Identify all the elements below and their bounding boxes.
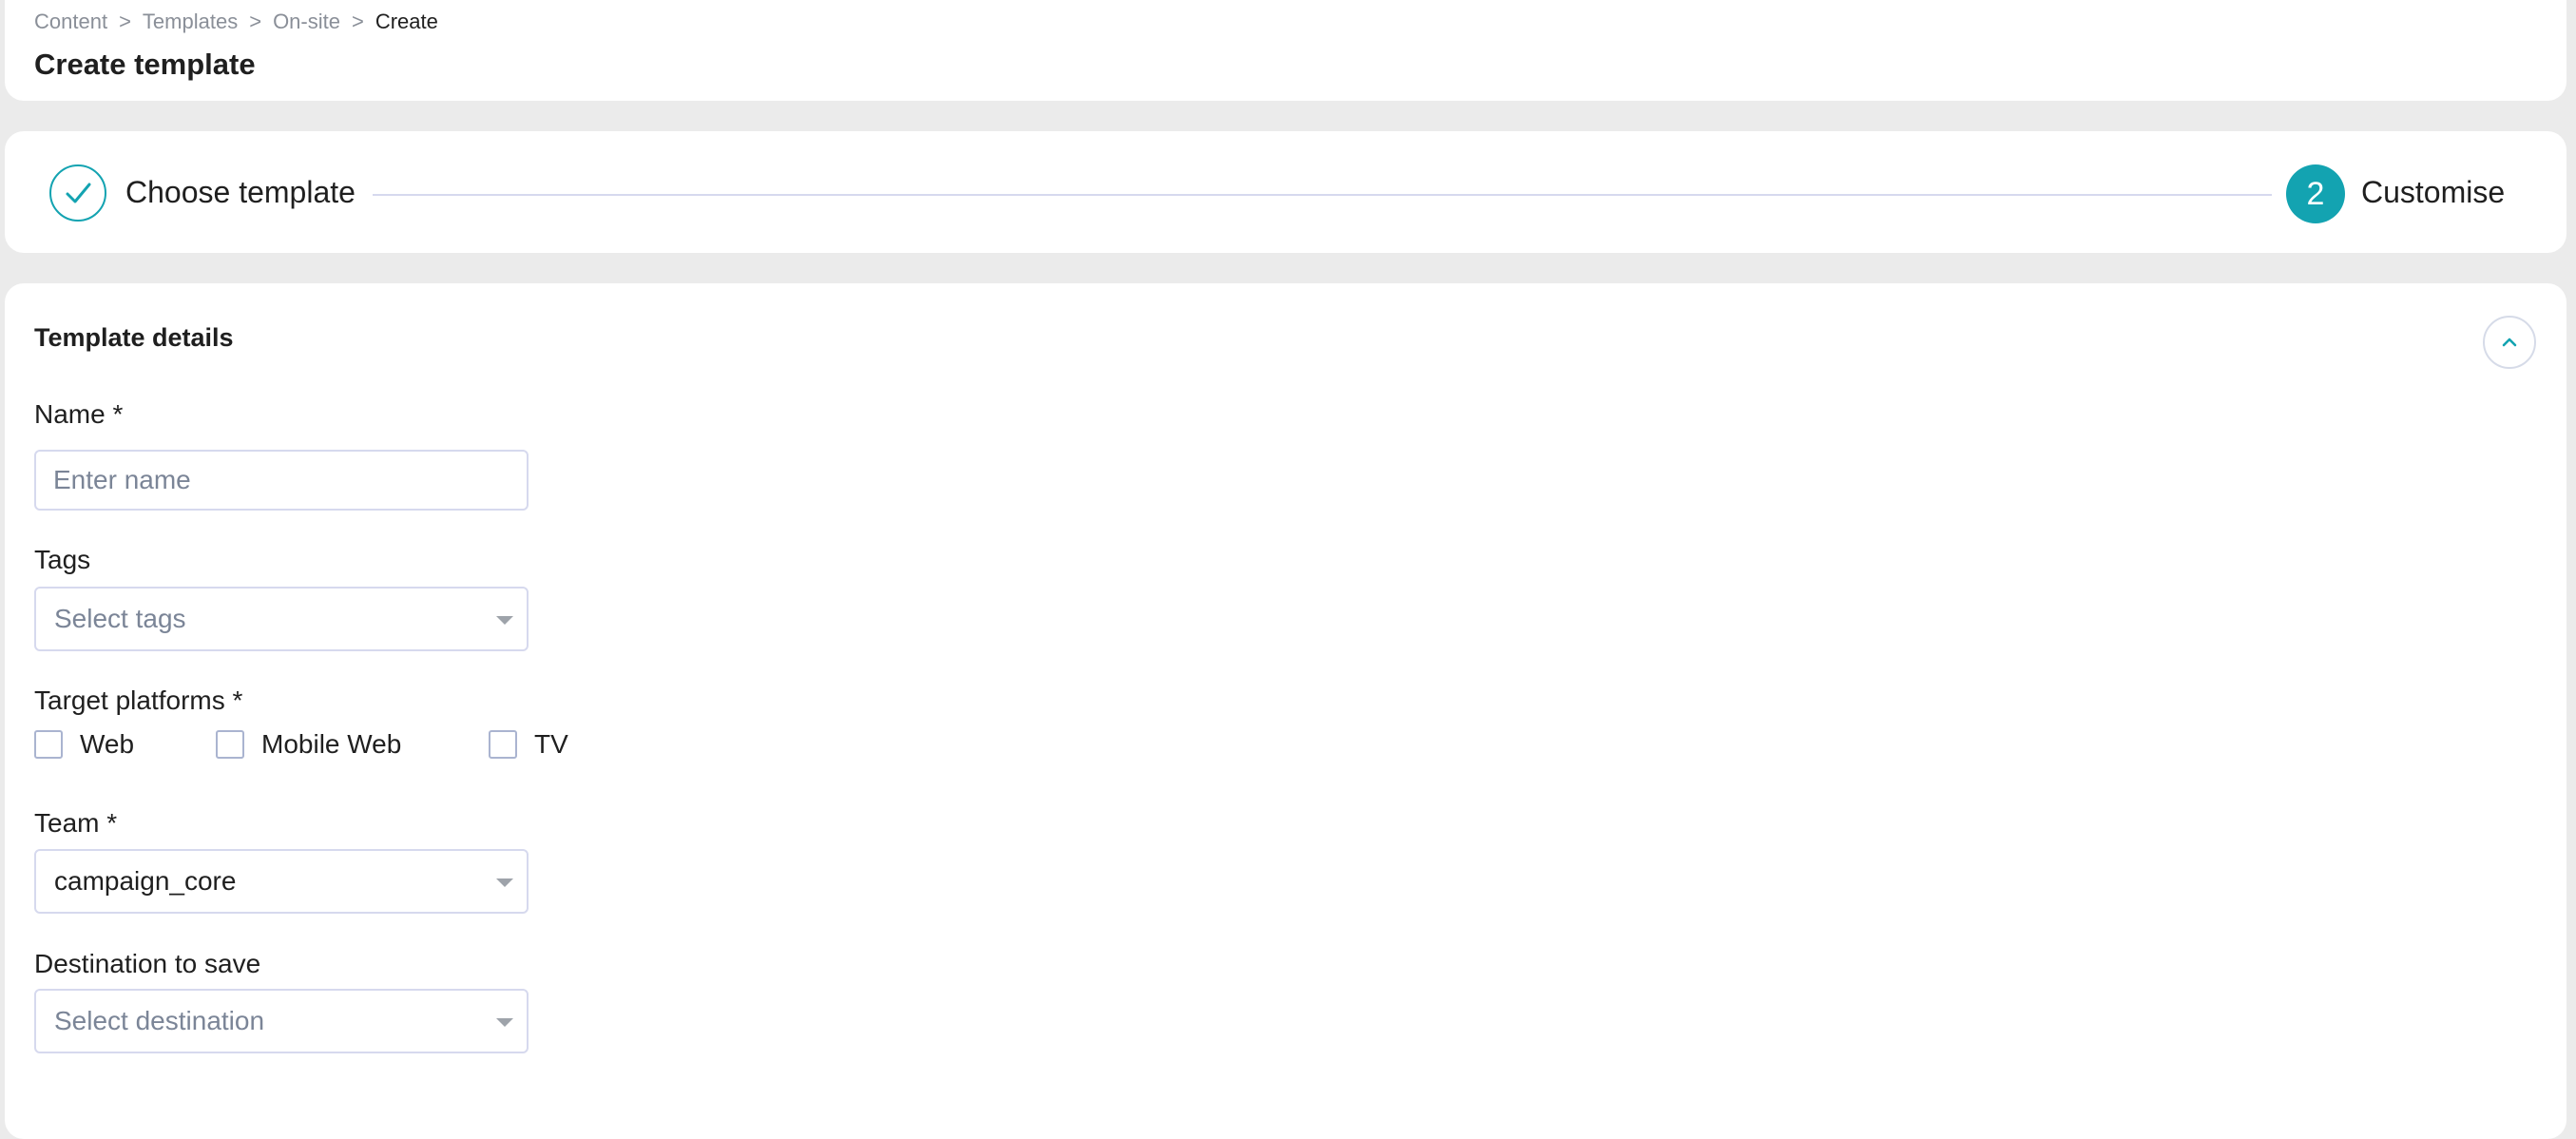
header-card: Content > Templates > On-site > Create Create … [5,0,2566,101]
caret-down-icon [496,1018,513,1027]
target-platforms-label: Target platforms * [34,685,243,715]
platform-tv-checkbox[interactable]: TV [489,729,568,760]
breadcrumb-separator: > [351,10,364,33]
step-1-label[interactable]: Choose template [125,175,356,210]
platform-web-label: Web [80,729,135,759]
team-select-value: campaign_core [54,866,237,896]
destination-select-placeholder: Select destination [54,1006,265,1035]
check-icon [66,183,91,203]
platform-web-checkbox[interactable]: Web [34,729,134,760]
breadcrumb-item-content[interactable]: Content [34,10,107,33]
caret-down-icon [496,616,513,625]
breadcrumb-item-on-site[interactable]: On-site [273,10,340,33]
breadcrumb-separator: > [119,10,131,33]
step-connector [373,194,2272,196]
platform-tv-label: TV [534,729,568,759]
team-label: Team * [34,808,118,838]
platform-mobile-web-checkbox[interactable]: Mobile Web [216,729,401,760]
step-2-label: Customise [2361,175,2506,209]
name-label: Name * [34,399,124,429]
tags-label: Tags [34,545,91,574]
step-2-active-indicator: 2 [2286,164,2345,223]
checkbox-box[interactable] [34,730,63,759]
breadcrumb-item-templates[interactable]: Templates [143,10,238,33]
section-title: Template details [34,323,234,352]
platform-mobile-web-label: Mobile Web [261,729,402,759]
collapse-section-button[interactable] [2483,316,2536,369]
page-title: Create template [34,48,256,81]
caret-down-icon [496,878,513,887]
destination-label: Destination to save [34,949,261,978]
team-select[interactable]: campaign_core [34,849,529,914]
template-details-panel: Template details Name * Tags Select tags… [5,283,2566,1139]
tags-select-placeholder: Select tags [54,604,186,633]
name-input[interactable] [34,450,529,511]
destination-select[interactable]: Select destination [34,989,529,1053]
breadcrumb-item-current: Create [375,10,438,33]
breadcrumb: Content > Templates > On-site > Create [34,10,438,34]
chevron-up-icon [2502,338,2517,347]
checkbox-box[interactable] [216,730,244,759]
checkbox-box[interactable] [489,730,517,759]
stepper: Choose template 2 Customise [5,131,2566,253]
tags-select[interactable]: Select tags [34,587,529,651]
breadcrumb-separator: > [249,10,262,33]
step-1-completed-indicator[interactable] [49,164,106,222]
